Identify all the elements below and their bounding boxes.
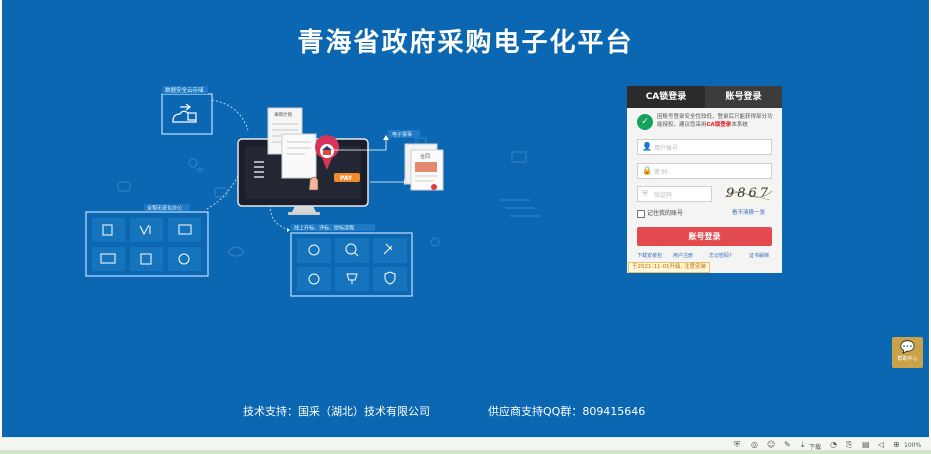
report-label: 电子报事 bbox=[392, 131, 412, 138]
notice-suffix: 本系统 bbox=[731, 121, 748, 128]
supplier-qq-text: 供应商支持QQ群：809415646 bbox=[488, 405, 646, 418]
security-box bbox=[161, 93, 213, 135]
zoom-level[interactable]: 100% bbox=[904, 442, 921, 449]
remember-account[interactable]: 记住我的账号 bbox=[637, 208, 683, 218]
user-icon: 👤 bbox=[642, 142, 652, 151]
login-links: 下载安装包 用户注册 忘记密码? 证书解绑 bbox=[637, 252, 782, 260]
tab-account-login[interactable]: 账号登录 bbox=[705, 86, 782, 108]
notice-text: 因账号登录安全性较低，登录后只能获得部分功能授权。建议您采用CA锁登录本系统 bbox=[657, 114, 775, 129]
smile-icon[interactable]: ☺ bbox=[767, 440, 775, 449]
monitor-illustration: 采购计划 PAY bbox=[237, 107, 369, 215]
download-installer-link[interactable]: 下载安装包 bbox=[637, 252, 662, 259]
help-center-label: 帮助中心 bbox=[897, 356, 918, 362]
username-field: 👤 bbox=[637, 139, 772, 155]
captcha-shield-icon: ⛨ bbox=[642, 189, 648, 198]
speed-icon[interactable]: ◔ bbox=[830, 440, 837, 449]
upgrade-notice: 于2021-11-01升级, 注意安装 bbox=[628, 262, 710, 273]
lock-icon: 🔒 bbox=[642, 166, 652, 175]
page-icon[interactable]: ▤ bbox=[862, 440, 870, 449]
shield-icon: ✓ bbox=[637, 114, 653, 130]
password-field: 🔒 bbox=[637, 163, 772, 179]
captcha-input[interactable] bbox=[652, 188, 712, 202]
office-label: 全程无纸化办公 bbox=[147, 205, 182, 212]
tab-ca-login[interactable]: CA锁登录 bbox=[627, 86, 705, 108]
captcha-image[interactable]: 9867 bbox=[725, 185, 772, 203]
username-input[interactable] bbox=[652, 141, 772, 155]
cloud-storage-icon bbox=[172, 103, 197, 123]
account-login-button[interactable]: 账号登录 bbox=[637, 227, 772, 246]
login-notice: ✓ 因账号登录安全性较低，登录后只能获得部分功能授权。建议您采用CA锁登录本系统 bbox=[637, 114, 777, 132]
login-panel: CA锁登录 账号登录 ✓ 因账号登录安全性较低，登录后只能获得部分功能授权。建议… bbox=[627, 86, 782, 273]
security-label: 数据安全云存储 bbox=[165, 86, 204, 94]
plan-label: 采购计划 bbox=[274, 111, 292, 118]
chat-icon: 💬 bbox=[900, 340, 915, 354]
help-center-button[interactable]: 💬 帮助中心 bbox=[892, 337, 923, 368]
contract-label: 合同 bbox=[420, 153, 430, 160]
remember-label: 记住我的账号 bbox=[647, 210, 684, 217]
sound-icon[interactable]: ◁ bbox=[878, 440, 884, 449]
register-link[interactable]: 用户注册 bbox=[673, 252, 693, 259]
tech-support-text: 技术支持：国采（湖北）技术有限公司 bbox=[243, 405, 430, 418]
password-input[interactable] bbox=[652, 165, 772, 179]
remember-checkbox[interactable] bbox=[637, 209, 645, 218]
download-icon[interactable]: ⤓ bbox=[801, 440, 805, 450]
bidding-label: 线上开标、评标、授标流程 bbox=[294, 225, 354, 232]
captcha-field: ⛨ bbox=[637, 186, 712, 202]
refresh-captcha-link[interactable]: 看不清换一张 bbox=[732, 208, 765, 216]
taskbar-strip bbox=[0, 450, 931, 454]
captcha-text: 9867 bbox=[725, 186, 772, 201]
shield-status-icon[interactable]: ⛨ bbox=[734, 440, 740, 450]
notice-ca-highlight: CA锁登录 bbox=[706, 121, 732, 128]
unbind-certificate-link[interactable]: 证书解绑 bbox=[749, 252, 769, 259]
protect-icon[interactable]: ◎ bbox=[751, 440, 758, 449]
zoom-icon[interactable]: ⊕ bbox=[893, 440, 900, 449]
notice-prefix: 因账号登录安全性较低， bbox=[657, 114, 718, 120]
pin-status-icon[interactable]: ✎ bbox=[784, 440, 791, 449]
browser-viewport: 青海省政府采购电子化平台 数据安全云存储 采购计划 PAY 电子报事 合同 全程… bbox=[0, 0, 931, 454]
platform-illustration: 数据安全云存储 采购计划 PAY 电子报事 合同 全程无纸化办公 线上开标、评标… bbox=[85, 86, 540, 297]
pay-label: PAY bbox=[340, 175, 353, 182]
screenshot-icon[interactable]: ⎘ bbox=[846, 440, 852, 450]
forgot-password-link[interactable]: 忘记密码? bbox=[709, 252, 732, 259]
